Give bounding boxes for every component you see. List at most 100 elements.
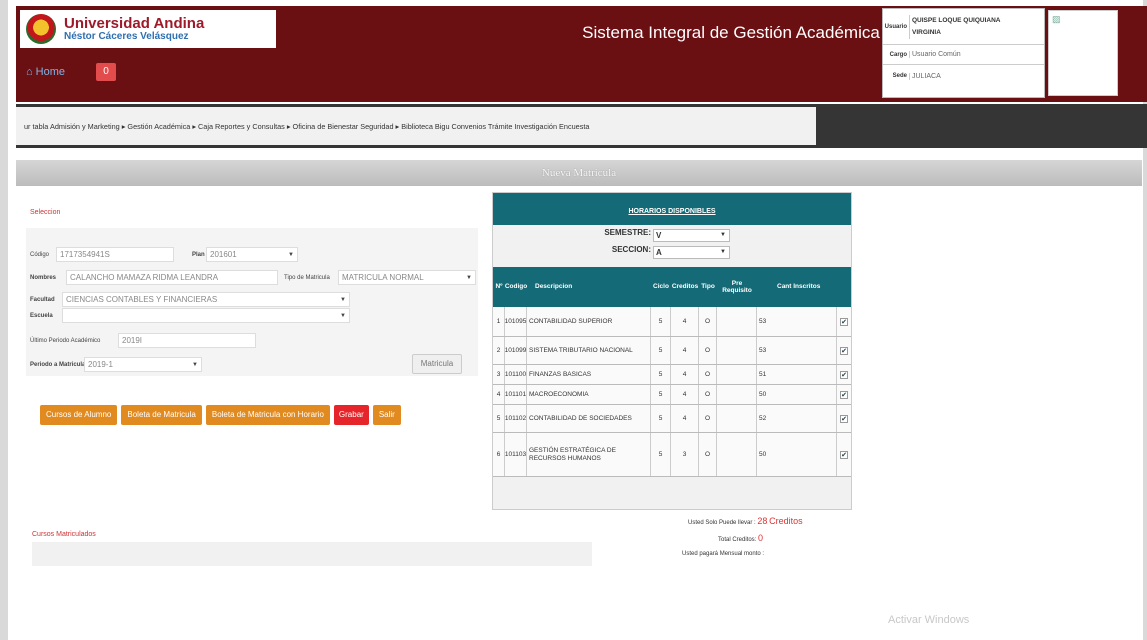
col-prerequisito: Pre Requisito [722,279,752,294]
seleccion-label: Seleccion [30,209,61,216]
university-logo[interactable]: Universidad Andina Néstor Cáceres Velásq… [20,10,276,48]
table-row[interactable]: 3 101100 FINANZAS BASICAS 5 4 O 51 ✔ [493,365,851,385]
periodo-matricular-value: 2019-1 [88,360,113,369]
max-creditos-unit: Creditos [769,516,803,526]
page-title: Nueva Matricula [16,160,1142,186]
cell-descripcion: CONTABILIDAD DE SOCIEDADES [527,405,651,432]
seccion-select[interactable]: A ▼ [653,246,730,259]
schedule-header-link[interactable]: HORARIOS DISPONIBLES [628,208,715,215]
ultimo-periodo-input[interactable]: 2019I [118,333,256,348]
col-inscritos: Cant Inscritos [777,283,821,291]
tipo-matricula-label: Tipo de Matricula [284,275,330,281]
semestre-row: SEMESTRE: V ▼ [493,228,851,245]
codigo-label: Código [30,252,50,258]
seccion-label: SECCION: [611,245,651,254]
periodo-matricular-select[interactable]: 2019-1 ▼ [84,357,202,372]
cell-ciclo: 5 [651,307,671,336]
chevron-down-icon: ▼ [340,297,346,303]
boleta-matricula-horario-button[interactable]: Boleta de Matricula con Horario [205,405,330,425]
nav-menu[interactable]: ur tabla Admisión y Marketing ▸ Gestión … [16,107,816,145]
tipo-matricula-select[interactable]: MATRICULA NORMAL ▼ [338,270,476,285]
cell-inscritos: 52 [757,405,837,432]
cell-n: 1 [493,307,505,336]
cargo-value: Usuario Común [909,51,961,58]
cell-tipo: O [699,337,717,364]
chevron-down-icon: ▼ [720,249,726,255]
cell-n: 6 [493,433,505,476]
cell-descripcion: FINANZAS BASICAS [527,365,651,384]
table-row[interactable]: 6 101103 GESTIÓN ESTRATÉGICA DE RECURSOS H… [493,433,851,477]
cell-inscritos: 53 [757,307,837,336]
grabar-button[interactable]: Grabar [333,405,369,425]
usuario-label: Usuario [884,23,907,30]
cell-n: 2 [493,337,505,364]
course-checkbox[interactable]: ✔ [840,450,848,459]
home-icon: ⌂ [26,66,33,78]
cargo-label: Cargo [889,51,907,58]
total-creditos-label: Total Creditos: [718,537,757,543]
cell-creditos: 4 [671,405,699,432]
cell-creditos: 4 [671,337,699,364]
chevron-down-icon: ▼ [466,275,472,281]
cell-inscritos: 50 [757,433,837,476]
max-creditos-value: 28 [757,516,768,526]
page: Universidad Andina Néstor Cáceres Velásq… [0,0,1147,640]
cell-tipo: O [699,385,717,404]
salir-button[interactable]: Salir [372,405,401,425]
course-checkbox[interactable]: ✔ [840,346,848,355]
course-checkbox[interactable]: ✔ [840,390,848,399]
chevron-down-icon: ▼ [192,362,198,368]
user-info-panel: Usuario QUISPE LOQUE QUIQUIANA VIRGINIA … [882,8,1045,98]
col-tipo: Tipo [701,283,715,291]
cell-codigo: 101100 [505,365,527,384]
plan-label: Plan [192,252,205,258]
col-n: Nº [495,283,503,291]
user-photo: ▨ [1048,10,1118,96]
plan-select[interactable]: 201601 ▼ [206,247,298,262]
facultad-value: CIENCIAS CONTABLES Y FINANCIERAS [66,295,218,304]
semestre-select[interactable]: V ▼ [653,229,730,242]
matricula-button[interactable]: Matricula [412,354,462,374]
home-link[interactable]: ⌂ Home [26,66,65,78]
course-checkbox[interactable]: ✔ [840,317,848,326]
cell-pre [717,337,757,364]
cell-creditos: 4 [671,385,699,404]
table-row[interactable]: 2 101099 SISTEMA TRIBUTARIO NACIONAL 5 4 O 53 ✔ [493,337,851,365]
cell-descripcion: SISTEMA TRIBUTARIO NACIONAL [527,337,651,364]
facultad-select[interactable]: CIENCIAS CONTABLES Y FINANCIERAS ▼ [62,292,350,307]
chevron-down-icon: ▼ [288,252,294,258]
notification-badge-button[interactable]: 0 [96,63,116,81]
table-row[interactable]: 1 101095 CONTABILIDAD SUPERIOR 5 4 O 53 ✔ [493,307,851,337]
periodo-matricular-label: Periodo a Matricular [30,362,88,368]
cell-tipo: O [699,365,717,384]
tipo-matricula-value: MATRICULA NORMAL [342,273,424,282]
cell-pre [717,405,757,432]
main-navbar: ur tabla Admisión y Marketing ▸ Gestión … [16,104,1147,148]
cell-descripcion: CONTABILIDAD SUPERIOR [527,307,651,336]
max-creditos-label: Usted Solo Puede llevar : [688,520,756,526]
cell-pre [717,385,757,404]
table-row[interactable]: 4 101101 MACROECONOMIA 5 4 O 50 ✔ [493,385,851,405]
boleta-matricula-button[interactable]: Boleta de Matricula [121,405,202,425]
cell-ciclo: 5 [651,433,671,476]
codigo-input[interactable]: 1717354941S [56,247,174,262]
logo-line1: Universidad Andina [64,14,205,32]
schedule-table-header: Nº Codigo Descripcion Ciclo Creditos Tip… [493,267,851,307]
action-buttons: Cursos de Alumno Boleta de Matricula Bol… [40,405,401,425]
escuela-select[interactable]: ▼ [62,308,350,323]
cell-descripcion: GESTIÓN ESTRATÉGICA DE RECURSOS HUMANOS [527,433,651,476]
nombres-input[interactable]: CALANCHO MAMAZA RIDMA LEANDRA [66,270,278,285]
enrollment-form: Seleccion Código 1717354941S Plan 201601… [26,200,478,446]
home-label: Home [35,66,65,78]
university-crest-icon [26,14,56,44]
course-checkbox[interactable]: ✔ [840,370,848,379]
semestre-value: V [656,231,662,240]
cell-inscritos: 51 [757,365,837,384]
facultad-label: Facultad [30,297,55,303]
cell-codigo: 101099 [505,337,527,364]
table-row[interactable]: 5 101102 CONTABILIDAD DE SOCIEDADES 5 4 O 52 ✔ [493,405,851,433]
cell-pre [717,365,757,384]
course-checkbox[interactable]: ✔ [840,414,848,423]
cursos-alumno-button[interactable]: Cursos de Alumno [40,405,118,425]
cell-codigo: 101101 [505,385,527,404]
